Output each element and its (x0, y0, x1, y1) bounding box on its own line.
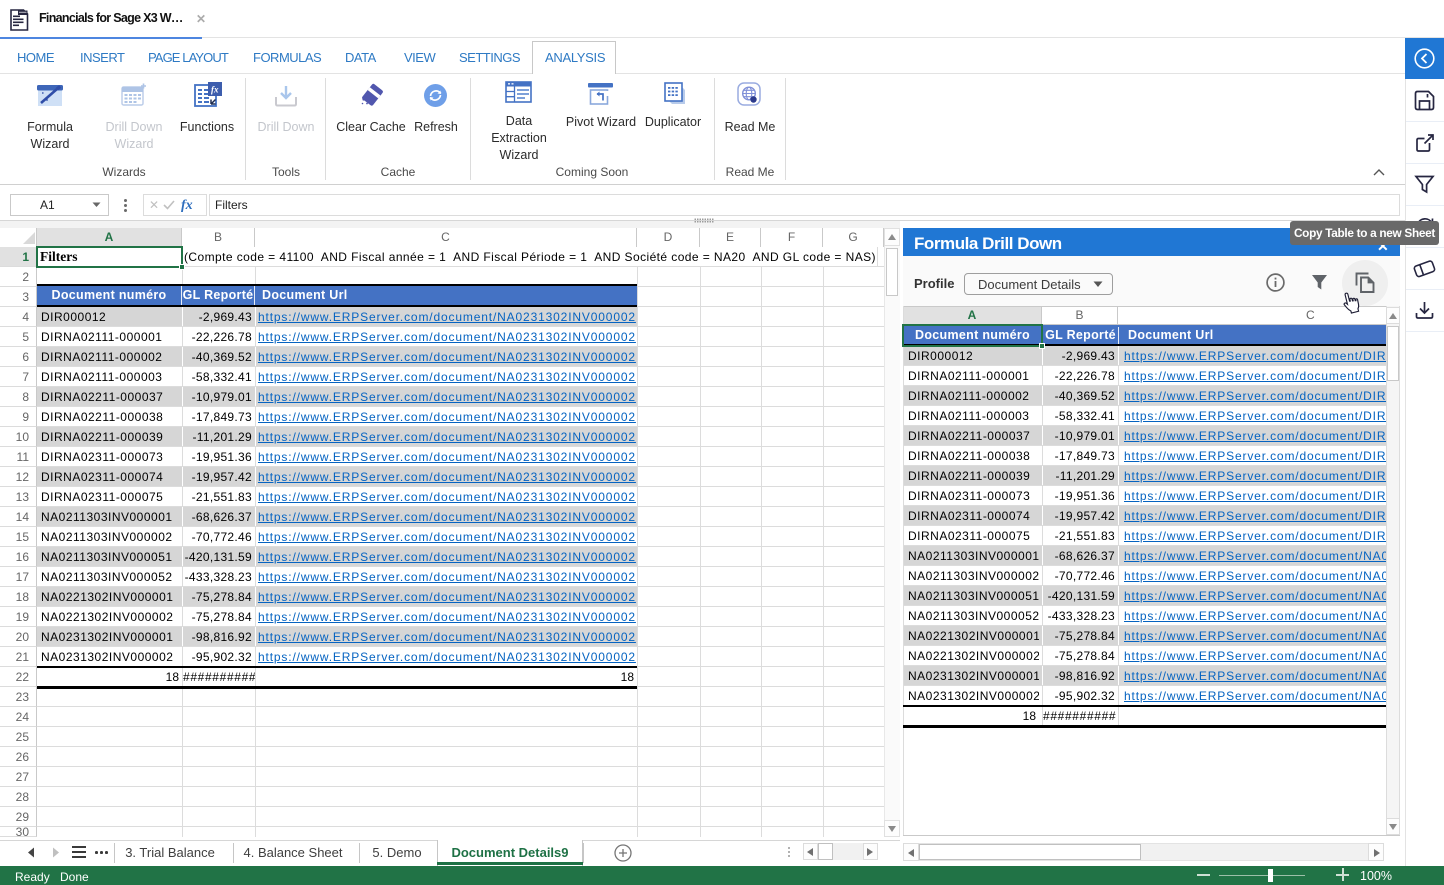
svg-text:fx: fx (211, 85, 219, 95)
